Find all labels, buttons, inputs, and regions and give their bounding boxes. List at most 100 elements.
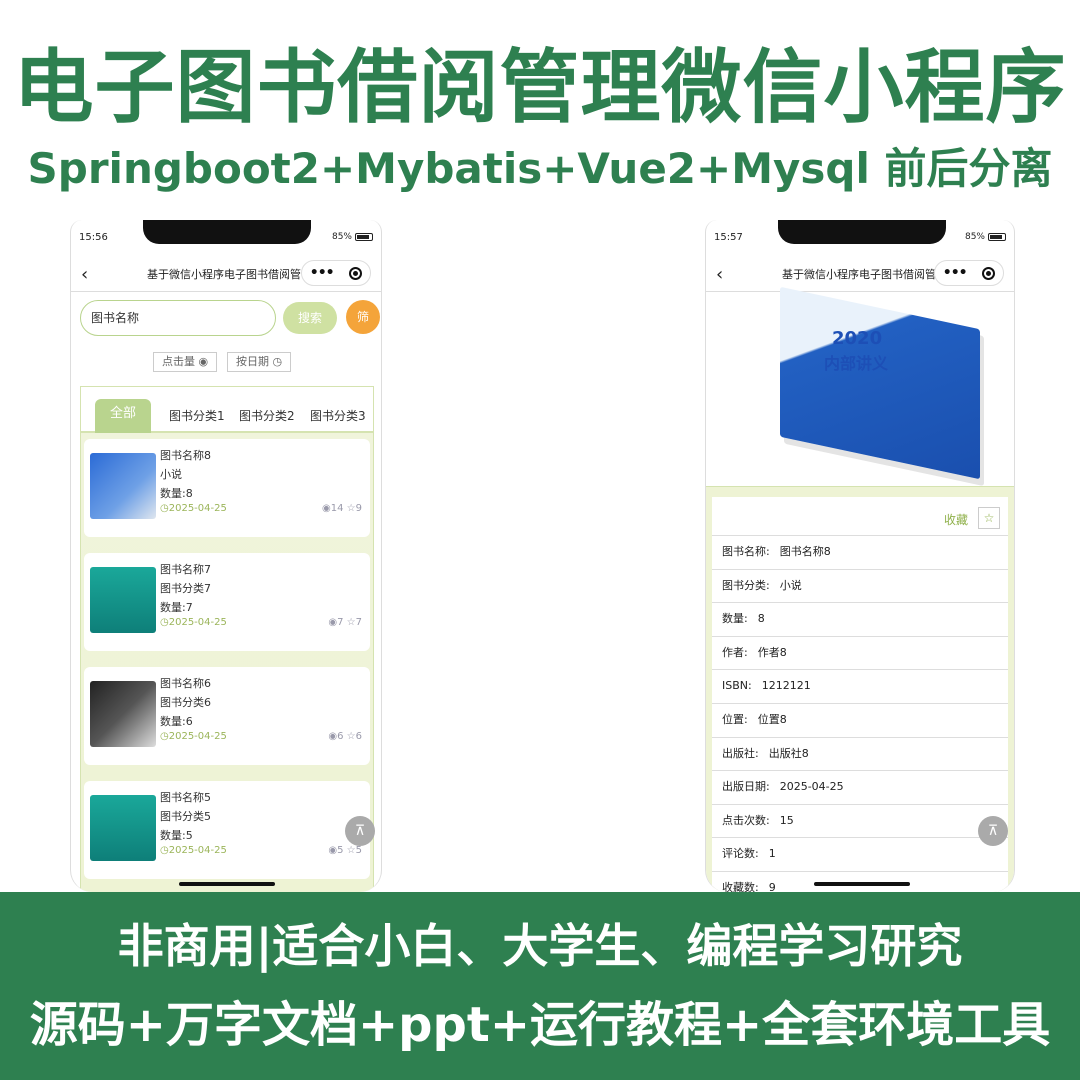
- eye-icon: ◉: [328, 731, 338, 742]
- detail-row-publish-date: 出版日期: 2025-04-25: [712, 770, 1008, 803]
- book-date: ◷2025-04-25: [160, 845, 227, 856]
- detail-label: 位置:: [722, 713, 748, 726]
- detail-row-comments: 评论数: 1: [712, 837, 1008, 870]
- book-cover-image: 2020 内部讲义: [736, 286, 986, 480]
- scroll-to-top-button[interactable]: ⊼: [978, 816, 1008, 846]
- sort-views-label: 点击量: [162, 355, 195, 368]
- scroll-to-top-button[interactable]: ⊼: [345, 816, 375, 846]
- detail-value: 1: [768, 847, 776, 860]
- book-quantity: 数量:8: [160, 487, 193, 500]
- book-card[interactable]: 图书名称7 图书分类7 数量:7 ◷2025-04-25 ◉7 ☆7: [84, 553, 370, 651]
- eye-icon: ◉: [322, 503, 331, 514]
- detail-label: 图书分类:: [722, 579, 770, 592]
- battery-icon: [988, 233, 1006, 241]
- phone-book-list: 15:56 85% ‹ 基于微信小程序电子图书借阅管... ••• 图书名称 搜…: [70, 220, 382, 892]
- favorite-label[interactable]: 收藏: [944, 511, 968, 528]
- more-dots-icon[interactable]: •••: [943, 265, 968, 281]
- status-battery: 85%: [332, 232, 373, 242]
- book-favorites: 7: [355, 617, 362, 628]
- tab-category-3[interactable]: 图书分类3: [310, 407, 366, 424]
- book-quantity: 数量:6: [160, 715, 193, 728]
- detail-label: 点击次数:: [722, 814, 770, 827]
- sort-date-label: 按日期: [236, 355, 269, 368]
- status-time: 15:56: [79, 232, 108, 243]
- filter-button[interactable]: 筛: [346, 300, 380, 334]
- search-input[interactable]: 图书名称: [80, 300, 276, 336]
- sort-by-date-button[interactable]: 按日期 ◷: [227, 352, 292, 372]
- book-date-value: 2025-04-25: [168, 845, 227, 856]
- close-target-icon[interactable]: [982, 266, 996, 280]
- book-name: 图书名称7: [160, 563, 211, 576]
- book-cover-image: [90, 681, 156, 747]
- home-indicator: [179, 882, 275, 886]
- detail-row-location: 位置: 位置8: [712, 703, 1008, 736]
- eye-icon: ◉: [328, 617, 338, 628]
- book-cover-image: [90, 567, 156, 633]
- book-date-value: 2025-04-25: [168, 731, 227, 742]
- detail-label: 作者:: [722, 646, 748, 659]
- battery-percent: 85%: [964, 232, 985, 242]
- detail-value: 图书名称8: [779, 545, 831, 558]
- home-indicator: [814, 882, 910, 886]
- book-stats: ◉6 ☆6: [328, 731, 362, 742]
- book-category: 图书分类6: [160, 696, 211, 709]
- eye-icon: ◉: [328, 845, 338, 856]
- star-icon: ☆: [346, 503, 356, 514]
- promo-page: 电子图书借阅管理微信小程序 Springboot2+Mybatis+Vue2+M…: [0, 0, 1080, 1080]
- eye-icon: ◉: [198, 355, 209, 368]
- nav-bar: ‹ 基于微信小程序电子图书借阅管... •••: [71, 258, 381, 292]
- detail-label: 评论数:: [722, 847, 759, 860]
- tab-category-2[interactable]: 图书分类2: [239, 407, 295, 424]
- book-date: ◷2025-04-25: [160, 731, 227, 742]
- tab-all[interactable]: 全部: [95, 399, 151, 433]
- detail-label: 出版社:: [722, 747, 759, 760]
- tab-category-1[interactable]: 图书分类1: [169, 407, 225, 424]
- star-icon[interactable]: ☆: [978, 507, 1000, 529]
- detail-row-publisher: 出版社: 出版社8: [712, 737, 1008, 770]
- detail-label: 收藏数:: [722, 881, 759, 892]
- book-stats: ◉14 ☆9: [322, 503, 362, 514]
- battery-icon: [355, 233, 373, 241]
- clock-icon: ◷: [160, 617, 169, 628]
- book-date-value: 2025-04-25: [168, 503, 227, 514]
- book-card[interactable]: 图书名称8 小说 数量:8 ◷2025-04-25 ◉14 ☆9: [84, 439, 370, 537]
- book-category: 图书分类5: [160, 810, 211, 823]
- nav-title: 基于微信小程序电子图书借阅管...: [782, 268, 942, 281]
- page-title: 电子图书借阅管理微信小程序: [13, 41, 1067, 134]
- category-tabs: 全部 图书分类1 图书分类2 图书分类3: [81, 387, 373, 433]
- detail-value: 2025-04-25: [779, 780, 844, 793]
- detail-label: 图书名称:: [722, 545, 770, 558]
- phone-notch: [778, 220, 946, 244]
- battery-percent: 85%: [331, 232, 352, 242]
- book-date-value: 2025-04-25: [168, 617, 227, 628]
- book-date: ◷2025-04-25: [160, 503, 227, 514]
- search-button[interactable]: 搜索: [283, 302, 337, 334]
- star-icon: ☆: [346, 845, 356, 856]
- close-target-icon[interactable]: [349, 266, 363, 280]
- detail-row-author: 作者: 作者8: [712, 636, 1008, 669]
- back-icon[interactable]: ‹: [81, 264, 88, 285]
- book-card[interactable]: 图书名称6 图书分类6 数量:6 ◷2025-04-25 ◉6 ☆6: [84, 667, 370, 765]
- book-views: 5: [337, 845, 344, 856]
- detail-value: 小说: [779, 579, 802, 592]
- detail-value: 8: [757, 612, 765, 625]
- book-card[interactable]: 图书名称5 图书分类5 数量:5 ◷2025-04-25 ◉5 ☆5: [84, 781, 370, 879]
- detail-label: 出版日期:: [722, 780, 770, 793]
- more-dots-icon[interactable]: •••: [310, 265, 335, 281]
- detail-label: ISBN:: [722, 679, 752, 692]
- detail-row-clicks: 点击次数: 15: [712, 804, 1008, 837]
- book-cover-image: [90, 795, 156, 861]
- cover-name: 内部讲义: [824, 354, 889, 373]
- tech-stack-subtitle: Springboot2+Mybatis+Vue2+Mysql 前后分离: [27, 144, 1053, 193]
- mini-program-capsule: •••: [301, 260, 371, 286]
- clock-icon: ◷: [160, 731, 169, 742]
- book-list-area: 全部 图书分类1 图书分类2 图书分类3 图书名称8 小说 数量:8 ◷2025…: [80, 386, 374, 892]
- book-favorites: 5: [355, 845, 362, 856]
- sort-by-views-button[interactable]: 点击量 ◉: [153, 352, 218, 372]
- star-icon: ☆: [346, 731, 356, 742]
- detail-value: 9: [768, 881, 776, 892]
- detail-row-name: 图书名称: 图书名称8: [712, 535, 1008, 568]
- star-icon: ☆: [346, 617, 356, 628]
- detail-value: 作者8: [757, 646, 787, 659]
- back-icon[interactable]: ‹: [716, 264, 723, 285]
